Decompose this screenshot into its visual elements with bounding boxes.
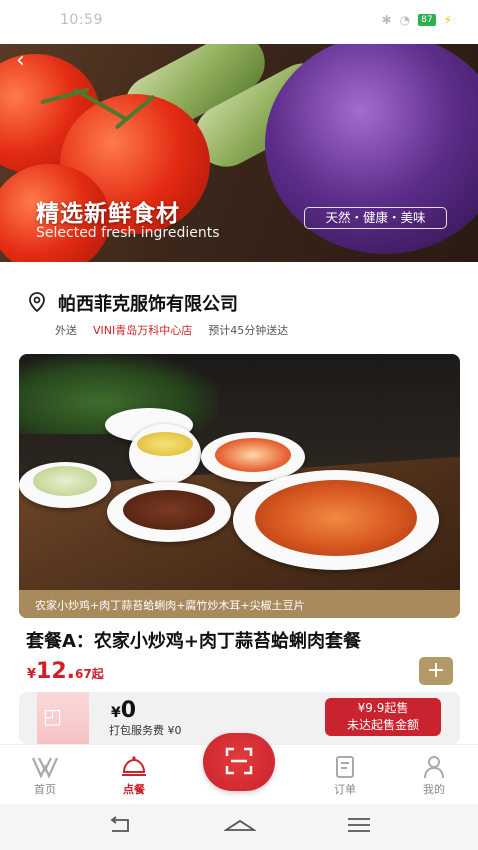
store-info: 帕西菲克服饰有限公司 外送 VINI青岛万科中心店 预计45分钟送达 bbox=[0, 262, 478, 352]
status-time: 10:59 bbox=[60, 12, 103, 28]
price-decimal: 67起 bbox=[75, 667, 104, 681]
chicken-dish bbox=[255, 480, 417, 556]
order-icon bbox=[315, 755, 375, 781]
scan-icon bbox=[225, 747, 253, 775]
min-order-amount: ¥9.9起售 bbox=[357, 701, 409, 715]
bluetooth-icon: ✱ bbox=[381, 13, 392, 27]
product-caption: 农家小炒鸡+肉丁蒜苔蛤蜊肉+腐竹炒木耳+尖椒土豆片 bbox=[35, 599, 305, 612]
product-price: ¥12.67起 bbox=[27, 659, 104, 684]
price-main: 12. bbox=[36, 659, 76, 684]
home-nav-icon[interactable] bbox=[222, 816, 258, 839]
delivery-info: 外送 VINI青岛万科中心店 预计45分钟送达 bbox=[55, 322, 288, 338]
battery-icon: 87 bbox=[418, 14, 436, 26]
wifi-icon: ◔ bbox=[399, 13, 411, 27]
shopping-bag-icon[interactable]: ◰ bbox=[37, 692, 89, 744]
egg-soup bbox=[137, 432, 193, 456]
hero-title: 精选新鲜食材 bbox=[36, 201, 180, 227]
tomato-dish bbox=[215, 438, 291, 472]
scan-button[interactable] bbox=[203, 733, 275, 791]
hero-banner: ‹ 精选新鲜食材 Selected fresh ingredients 天然・健… bbox=[0, 44, 478, 262]
status-icons: ✱ ◔ 87 ⚡ bbox=[382, 13, 452, 27]
price-currency: ¥ bbox=[27, 667, 37, 682]
checkout-button[interactable]: ¥9.9起售 未达起售金额 bbox=[325, 698, 441, 736]
home-logo-icon bbox=[15, 755, 75, 781]
cart-total: ¥0 bbox=[111, 698, 136, 723]
tab-label: 我的 bbox=[423, 783, 445, 796]
bag-handle-icon: ◰ bbox=[43, 704, 62, 728]
system-nav-bar bbox=[0, 804, 478, 850]
charging-icon: ⚡ bbox=[443, 13, 452, 27]
delivery-eta: 预计45分钟送达 bbox=[208, 324, 289, 337]
store-branch[interactable]: VINI青岛万科中心店 bbox=[93, 322, 192, 338]
tab-order-food[interactable]: 点餐 bbox=[104, 755, 164, 797]
product-title[interactable]: 套餐A：农家小炒鸡+肉丁蒜苔蛤蜊肉套餐 bbox=[26, 627, 361, 653]
cart-amount: 0 bbox=[120, 698, 137, 723]
tab-label: 点餐 bbox=[123, 783, 145, 796]
min-order-status: 未达起售金额 bbox=[346, 718, 419, 732]
status-bar: 10:59 ✱ ◔ 87 ⚡ bbox=[0, 0, 478, 44]
tab-home[interactable]: 首页 bbox=[15, 755, 75, 797]
user-icon bbox=[404, 755, 464, 781]
menu-nav-icon[interactable] bbox=[347, 816, 371, 839]
caption-bar: 农家小炒鸡+肉丁蒜苔蛤蜊肉+腐竹炒木耳+尖椒土豆片 bbox=[19, 590, 460, 618]
packing-fee: 打包服务费 ¥0 bbox=[109, 724, 182, 737]
cabbage-dish bbox=[33, 466, 97, 496]
back-nav-icon[interactable] bbox=[108, 816, 132, 839]
hero-tag: 天然・健康・美味 bbox=[304, 207, 447, 229]
back-icon[interactable]: ‹ bbox=[16, 50, 25, 72]
cloche-icon bbox=[104, 755, 164, 781]
delivery-type: 外送 bbox=[55, 324, 77, 337]
tab-orders[interactable]: 订单 bbox=[315, 755, 375, 797]
add-to-cart-button[interactable]: + bbox=[419, 657, 453, 685]
store-name[interactable]: 帕西菲克服饰有限公司 bbox=[58, 290, 238, 316]
tab-label: 首页 bbox=[34, 783, 56, 796]
meat-dish bbox=[123, 490, 215, 530]
location-icon bbox=[29, 292, 45, 312]
tab-label: 订单 bbox=[334, 783, 356, 796]
hero-subtitle: Selected fresh ingredients bbox=[36, 225, 220, 241]
tab-profile[interactable]: 我的 bbox=[404, 755, 464, 797]
cart-currency: ¥ bbox=[111, 705, 121, 721]
product-image[interactable]: 农家小炒鸡+肉丁蒜苔蛤蜊肉+腐竹炒木耳+尖椒土豆片 bbox=[19, 354, 460, 618]
